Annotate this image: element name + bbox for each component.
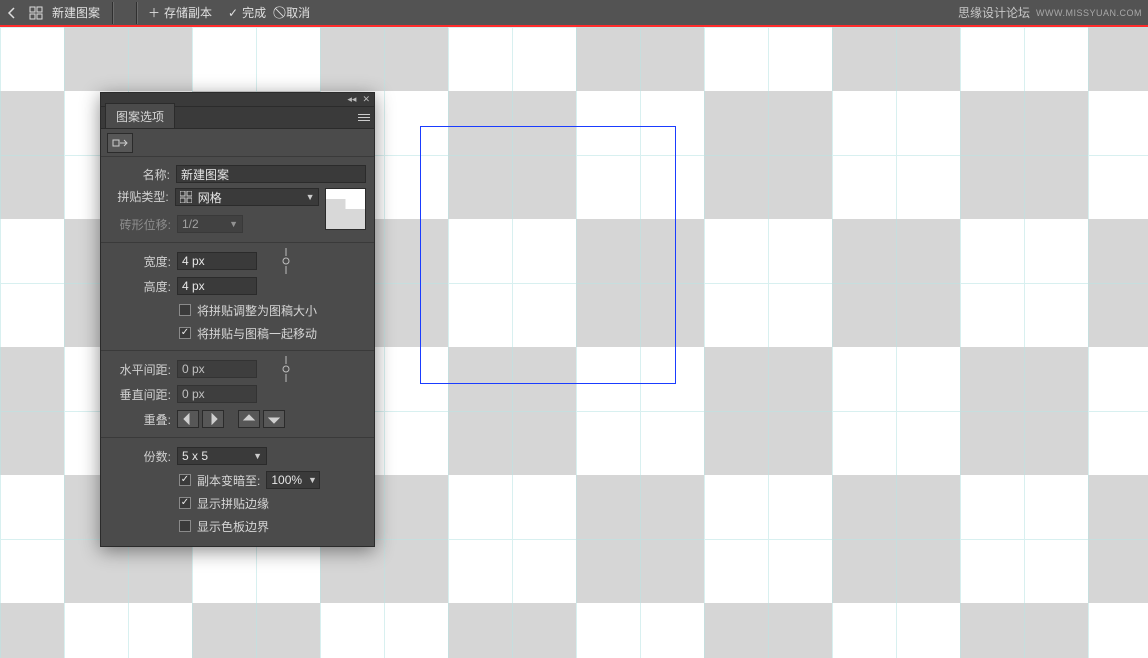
width-label: 宽度:: [109, 253, 171, 270]
plus-icon: ＋: [148, 4, 160, 21]
overlap-label: 重叠:: [109, 411, 171, 428]
dim-copies-label: 副本变暗至:: [197, 472, 260, 489]
show-tile-edge-label: 显示拼贴边缘: [197, 495, 269, 512]
check-icon: ✓: [228, 6, 238, 20]
link-spacing-icon[interactable]: [277, 354, 295, 384]
checkbox-icon[interactable]: [179, 520, 191, 532]
show-swatch-bounds-label: 显示色板边界: [197, 518, 269, 535]
done-button[interactable]: ✓ 完成: [220, 4, 274, 21]
panel-menu-icon[interactable]: [352, 110, 370, 124]
show-swatch-bounds-row[interactable]: 显示色板边界: [109, 516, 366, 536]
chevron-down-icon: ▼: [306, 192, 315, 202]
checkbox-icon[interactable]: [179, 497, 191, 509]
overlap-bottom-button[interactable]: [263, 410, 285, 428]
app-topbar: 新建图案 ＋ 存储副本 ✓ 完成 ⃠ 取消 思缘设计论坛 WWW.MISSYUA…: [0, 0, 1148, 25]
panel-tabs: 图案选项: [101, 107, 374, 129]
brick-offset-value: 1/2: [182, 217, 199, 231]
mode-indicator-bar: [0, 25, 1148, 27]
v-spacing-label: 垂直间距:: [109, 386, 171, 403]
height-input[interactable]: [177, 277, 257, 295]
tab-label: 图案选项: [116, 110, 164, 124]
save-copy-label: 存储副本: [164, 4, 212, 21]
resize-tile-checkbox-row[interactable]: 将拼贴调整为图稿大小: [109, 300, 366, 320]
name-label: 名称:: [109, 166, 170, 183]
show-tile-edge-row[interactable]: 显示拼贴边缘: [109, 493, 366, 513]
tile-type-select[interactable]: 网格 ▼: [175, 188, 320, 206]
watermark-url: WWW.MISSYUAN.COM: [1036, 8, 1142, 18]
checkbox-icon[interactable]: [179, 327, 191, 339]
height-label: 高度:: [109, 278, 171, 295]
pattern-mode-icon: [24, 1, 48, 25]
cancel-button[interactable]: ⃠ 取消: [274, 4, 318, 21]
watermark: 思缘设计论坛 WWW.MISSYUAN.COM: [958, 0, 1142, 25]
move-tile-label: 将拼贴与图稿一起移动: [197, 325, 317, 342]
tab-pattern-options[interactable]: 图案选项: [105, 103, 175, 128]
copies-value: 5 x 5: [182, 449, 208, 463]
overlap-top-button[interactable]: [238, 410, 260, 428]
back-button[interactable]: [0, 1, 24, 25]
pattern-tile-tool[interactable]: [107, 133, 133, 153]
checkbox-icon[interactable]: [179, 304, 191, 316]
chevron-down-icon: ▼: [229, 219, 238, 229]
v-spacing-input[interactable]: [177, 385, 257, 403]
chevron-down-icon: ▼: [253, 451, 262, 461]
width-input[interactable]: [177, 252, 257, 270]
tile-type-label: 拼贴类型:: [109, 188, 169, 205]
save-copy-button[interactable]: ＋ 存储副本: [140, 4, 220, 21]
copies-label: 份数:: [109, 448, 171, 465]
done-label: 完成: [242, 4, 266, 21]
watermark-text: 思缘设计论坛: [958, 4, 1030, 21]
dim-copies-value: 100%: [271, 473, 302, 487]
panel-toolstrip: [101, 129, 374, 157]
pattern-options-panel: ◂◂ ✕ 图案选项 名称: 拼贴类型: 网格 ▼: [100, 92, 375, 547]
dim-copies-select[interactable]: 100% ▼: [266, 471, 320, 489]
grid-icon: [180, 191, 192, 203]
h-spacing-label: 水平间距:: [109, 361, 171, 378]
copies-select[interactable]: 5 x 5 ▼: [177, 447, 267, 465]
h-spacing-input[interactable]: [177, 360, 257, 378]
separator: [136, 2, 138, 24]
close-icon[interactable]: ✕: [362, 95, 370, 104]
brick-offset-label: 砖形位移:: [109, 216, 171, 233]
separator: [112, 2, 114, 24]
resize-tile-label: 将拼贴调整为图稿大小: [197, 302, 317, 319]
overlap-button-group: [177, 410, 285, 428]
tile-type-value: 网格: [198, 189, 222, 206]
link-dimensions-icon[interactable]: [277, 246, 295, 276]
checkbox-icon[interactable]: [179, 474, 191, 486]
topbar-title: 新建图案: [48, 4, 110, 21]
tile-bounding-box[interactable]: [420, 126, 676, 384]
overlap-left-button[interactable]: [177, 410, 199, 428]
brick-offset-select: 1/2 ▼: [177, 215, 243, 233]
chevron-down-icon: ▼: [308, 475, 317, 485]
collapse-icon[interactable]: ◂◂: [347, 95, 356, 104]
move-tile-checkbox-row[interactable]: 将拼贴与图稿一起移动: [109, 323, 366, 343]
overlap-right-button[interactable]: [202, 410, 224, 428]
name-input[interactable]: [176, 165, 366, 183]
dim-copies-row[interactable]: 副本变暗至: 100% ▼: [109, 470, 366, 490]
cancel-label: 取消: [286, 4, 310, 21]
